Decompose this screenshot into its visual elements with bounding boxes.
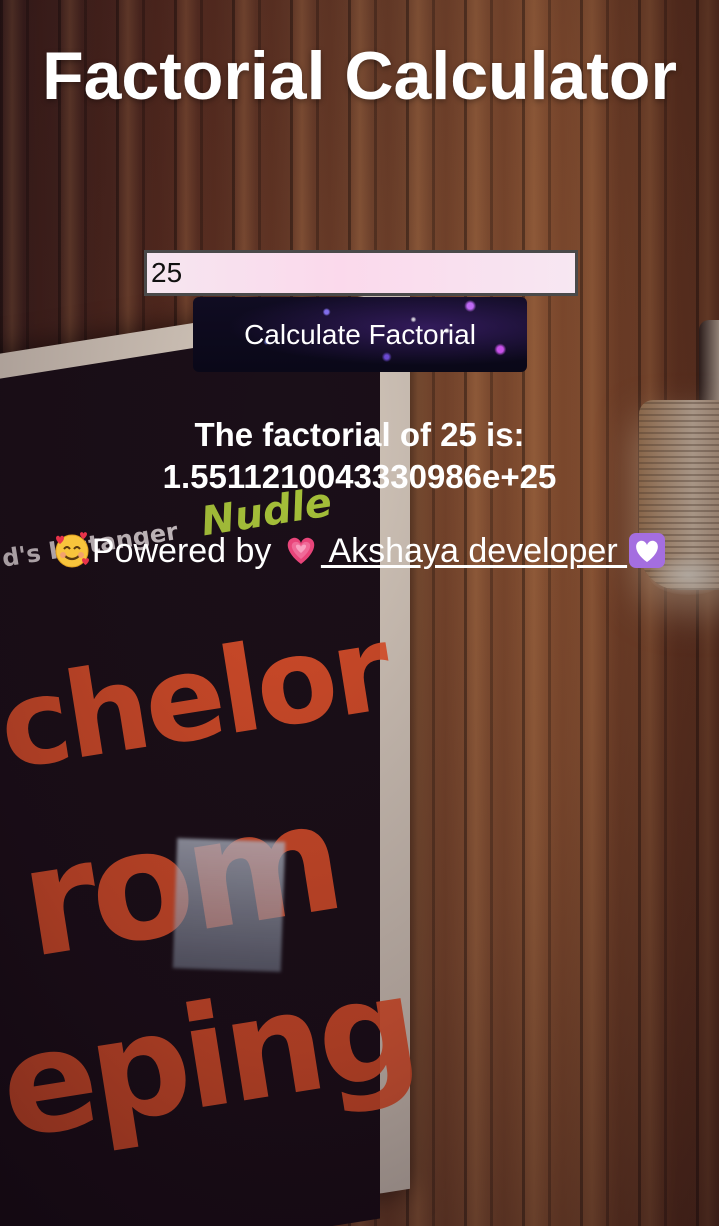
powered-by-label: Powered by: [91, 532, 281, 570]
white-heart-icon: [627, 530, 667, 570]
growing-heart-icon: [281, 530, 321, 570]
result-label: The factorial of 25 is:: [194, 416, 525, 453]
smiling-face-with-hearts-icon: [52, 530, 92, 570]
calculate-factorial-button[interactable]: Calculate Factorial: [193, 297, 527, 372]
result-output: The factorial of 25 is: 1.55112100433309…: [0, 414, 719, 498]
number-input[interactable]: [144, 250, 578, 296]
result-value: 1.5511210043330986e+25: [162, 458, 557, 495]
page-title: Factorial Calculator: [42, 38, 677, 114]
powered-by-footer: Powered by Akshaya developer: [0, 528, 719, 574]
developer-link-label: Akshaya developer: [320, 532, 628, 570]
background-photo: d's Instanger Nudle chelor rom eping: [0, 0, 719, 1226]
vignette: [0, 0, 719, 1226]
developer-link[interactable]: Akshaya developer: [281, 532, 627, 570]
